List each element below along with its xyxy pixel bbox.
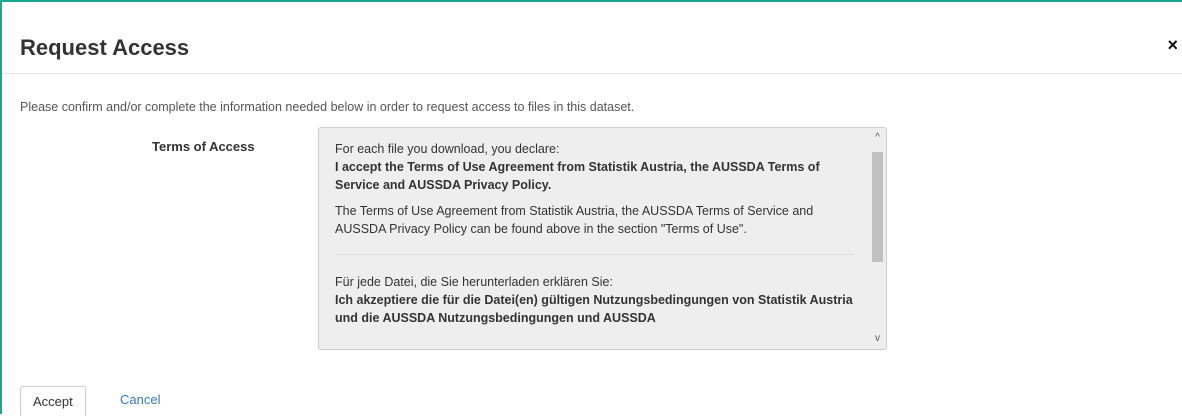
request-access-modal: Request Access × Please confirm and/or c… (0, 0, 1182, 416)
scroll-up-arrow-icon[interactable]: ^ (869, 130, 886, 146)
terms-content: For each file you download, you declare:… (335, 140, 855, 335)
terms-en-intro: For each file you download, you declare: (335, 142, 560, 156)
cancel-link[interactable]: Cancel (120, 392, 160, 407)
scroll-down-arrow-icon[interactable]: v (869, 331, 886, 347)
scroll-thumb[interactable] (872, 152, 883, 262)
terms-of-access-label: Terms of Access (152, 139, 255, 154)
intro-text: Please confirm and/or complete the infor… (20, 100, 635, 114)
terms-en-note: The Terms of Use Agreement from Statisti… (335, 204, 814, 236)
terms-scrollbar[interactable]: ^ v (869, 128, 886, 349)
terms-de-intro: Für jede Datei, die Sie herunterladen er… (335, 275, 613, 289)
terms-de-declaration: Ich akzeptiere die für die Datei(en) gül… (335, 293, 853, 325)
terms-divider (335, 254, 855, 255)
modal-title: Request Access (20, 35, 190, 60)
close-icon[interactable]: × (1167, 36, 1178, 54)
accept-button[interactable]: Accept (20, 386, 86, 416)
modal-header: Request Access × (2, 2, 1182, 74)
terms-en-declaration: I accept the Terms of Use Agreement from… (335, 160, 820, 192)
terms-of-access-box[interactable]: For each file you download, you declare:… (318, 127, 887, 350)
